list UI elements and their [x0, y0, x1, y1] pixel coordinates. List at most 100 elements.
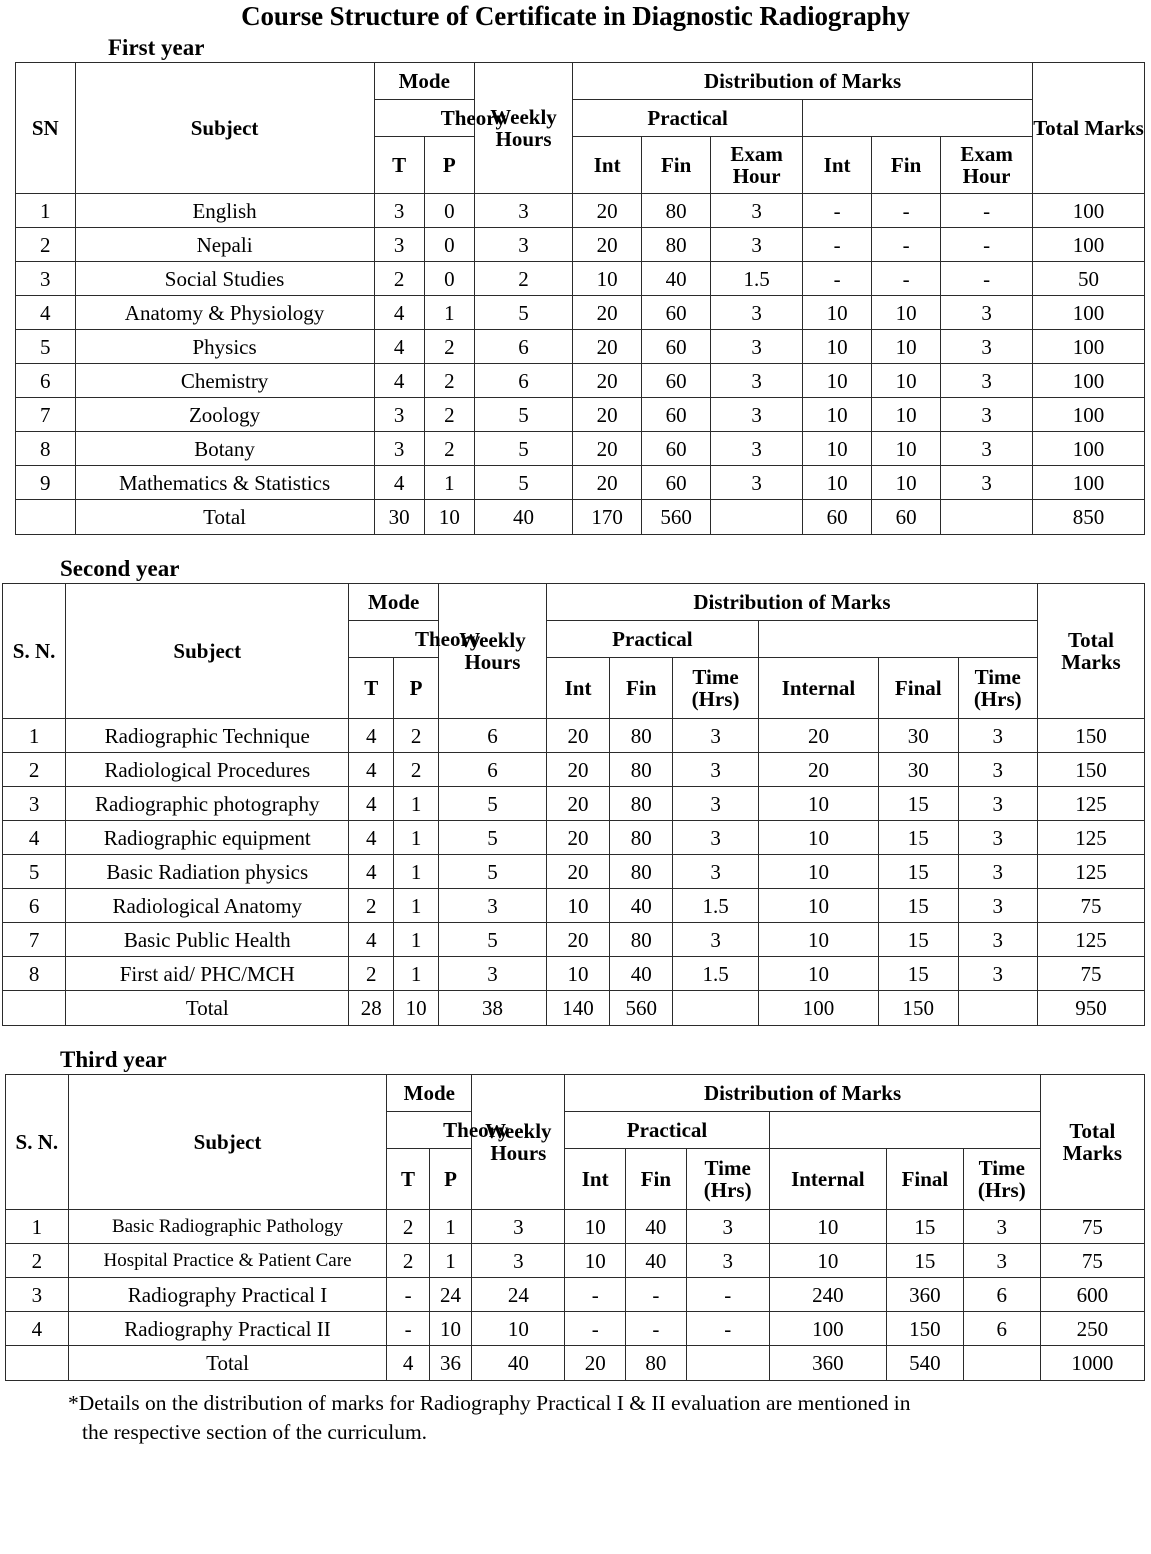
col-header-practical: Practical — [545, 620, 759, 659]
cell-theory-fin: 560 — [609, 990, 674, 1027]
cell-theory-int: 10 — [545, 888, 611, 924]
cell-practical-time: 3 — [940, 397, 1034, 433]
cell-theory-int: 20 — [545, 752, 611, 788]
cell-practical-time: 3 — [957, 922, 1038, 958]
cell-theory-fin: 60 — [641, 363, 712, 399]
table-row: 2 Radiological Procedures 4 2 6 20 80 3 … — [1, 752, 1146, 788]
section-heading-third-year: Third year — [60, 1047, 167, 1073]
cell-weekly-hours: 5 — [473, 295, 574, 331]
course-structure-table-second-year: S. N. Subject Mode Weekly Hours Distribu… — [1, 583, 1146, 1027]
cell-theory-fin: 60 — [641, 295, 712, 331]
cell-theory-fin: 40 — [641, 261, 712, 297]
cell-sn: 1 — [15, 193, 76, 229]
cell-weekly-hours: 3 — [471, 1209, 566, 1245]
table-total-row: Total 28 10 38 140 560 100 150 950 — [1, 990, 1146, 1027]
cell-practical-int: - — [802, 193, 873, 229]
cell-subject: Nepali — [74, 227, 375, 263]
cell-theory-fin: 80 — [609, 786, 674, 822]
cell-mode-t: 4 — [348, 854, 395, 890]
col-header-mode-t: T — [386, 1148, 430, 1211]
cell-theory-int: 140 — [545, 990, 611, 1027]
cell-mode-p: 1 — [393, 786, 439, 822]
cell-practical-final: 15 — [885, 1243, 964, 1279]
cell-sn: 2 — [1, 752, 67, 788]
cell-practical-time: - — [940, 227, 1034, 263]
cell-theory-int: 20 — [564, 1345, 627, 1382]
cell-theory-time: 3 — [710, 329, 804, 365]
cell-mode-p: 1 — [393, 888, 439, 924]
page-title: Course Structure of Certificate in Diagn… — [241, 1, 910, 31]
cell-practical-fin: - — [871, 261, 942, 297]
cell-total-marks: 75 — [1036, 956, 1146, 992]
cell-practical-final: 360 — [885, 1277, 964, 1313]
cell-sn: 3 — [5, 1277, 69, 1313]
cell-practical-time: 3 — [940, 363, 1034, 399]
table-row: 3 Social Studies 2 0 2 10 40 1.5 - - - 5… — [15, 261, 1145, 297]
cell-theory-int: 20 — [572, 193, 643, 229]
cell-total-marks: 100 — [1032, 431, 1145, 467]
cell-theory-time: 3 — [710, 363, 804, 399]
header-row-1: S. N. Subject Mode Weekly Hours Distribu… — [1, 583, 1146, 720]
cell-theory-int: 20 — [572, 431, 643, 467]
col-header-practical-final: Final — [878, 657, 959, 720]
cell-sn: 3 — [1, 786, 67, 822]
cell-mode-p: 1 — [428, 1243, 473, 1279]
cell-mode-t: 2 — [348, 888, 395, 924]
col-header-practical: Practical — [572, 99, 804, 138]
cell-theory-fin: 80 — [641, 193, 712, 229]
cell-practical-internal: 360 — [768, 1345, 887, 1382]
cell-sn: 9 — [15, 465, 76, 501]
cell-mode-t: 3 — [373, 227, 425, 263]
col-header-practical: Practical — [564, 1111, 770, 1150]
cell-theory-fin: - — [625, 1311, 687, 1347]
col-header-theory-fin: Fin — [609, 657, 674, 720]
col-header-subject: Subject — [74, 62, 375, 195]
table-row: 8 First aid/ PHC/MCH 2 1 3 10 40 1.5 10 … — [1, 956, 1146, 992]
cell-mode-t: 4 — [348, 922, 395, 958]
cell-subject: Radiography Practical II — [67, 1311, 388, 1347]
cell-practical-time: 3 — [940, 295, 1034, 331]
cell-mode-p: 2 — [423, 329, 475, 365]
cell-practical-fin: - — [871, 227, 942, 263]
col-header-mode-t: T — [348, 657, 395, 720]
cell-theory-int: - — [564, 1311, 627, 1347]
cell-mode-t: 4 — [348, 820, 395, 856]
cell-mode-t: - — [386, 1311, 430, 1347]
cell-practical-fin: 10 — [871, 397, 942, 433]
cell-mode-t: 3 — [373, 431, 425, 467]
cell-total-marks: 150 — [1036, 718, 1146, 754]
cell-sn: 5 — [15, 329, 76, 365]
cell-theory-fin: 40 — [625, 1243, 687, 1279]
cell-theory-time: 3 — [672, 854, 759, 890]
section-heading-first-year: First year — [108, 35, 205, 61]
cell-subject: Botany — [74, 431, 375, 467]
col-header-mode-p: P — [428, 1148, 473, 1211]
cell-sn: 1 — [5, 1209, 69, 1245]
cell-mode-p: 36 — [428, 1345, 473, 1382]
table-row: 1 Radiographic Technique 4 2 6 20 80 3 2… — [1, 718, 1146, 754]
cell-subject: Chemistry — [74, 363, 375, 399]
cell-subject: Radiography Practical I — [67, 1277, 388, 1313]
cell-total-label: Total — [74, 499, 375, 536]
cell-weekly-hours: 6 — [473, 329, 574, 365]
cell-weekly-hours: 5 — [438, 854, 547, 890]
cell-practical-fin: 10 — [871, 465, 942, 501]
cell-practical-final: 150 — [878, 990, 959, 1027]
cell-theory-int: 20 — [572, 295, 643, 331]
cell-theory-fin: 560 — [641, 499, 712, 536]
cell-mode-p: 2 — [393, 718, 439, 754]
course-structure-table-first-year: SN Subject Mode Weekly Hours Distributio… — [15, 62, 1145, 536]
col-header-mode: Mode — [348, 583, 439, 622]
cell-practical-int: - — [802, 261, 873, 297]
cell-practical-final: 150 — [885, 1311, 964, 1347]
col-header-theory-fin: Fin — [641, 136, 712, 195]
cell-weekly-hours: 3 — [473, 227, 574, 263]
cell-weekly-hours: 6 — [473, 363, 574, 399]
cell-mode-t: 2 — [348, 956, 395, 992]
cell-theory-int: 10 — [545, 956, 611, 992]
cell-practical-final: 15 — [878, 854, 959, 890]
cell-total-marks: 100 — [1032, 363, 1145, 399]
cell-total-marks: 75 — [1039, 1209, 1146, 1245]
table-row: 6 Chemistry 4 2 6 20 60 3 10 10 3 100 — [15, 363, 1145, 399]
cell-theory-fin: 80 — [625, 1345, 687, 1382]
